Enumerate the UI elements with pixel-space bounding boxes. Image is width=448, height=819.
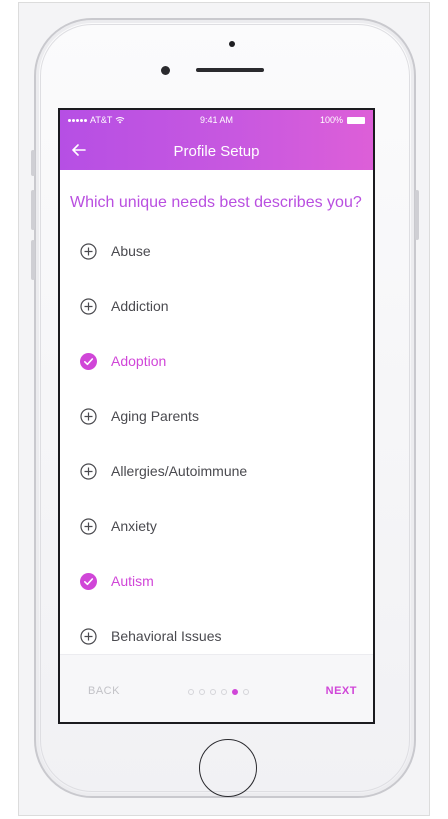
option-behavioral-issues[interactable]: Behavioral Issues	[80, 624, 222, 648]
volume-down-button	[31, 240, 35, 280]
footer-nav: BACK NEXT	[60, 654, 373, 722]
front-camera	[161, 66, 170, 75]
page-dot	[243, 689, 249, 695]
option-adoption[interactable]: Adoption	[80, 349, 166, 373]
option-label: Behavioral Issues	[111, 628, 222, 644]
plus-circle-icon	[80, 462, 97, 480]
page-dot	[210, 689, 216, 695]
option-label: Addiction	[111, 298, 169, 314]
volume-up-button	[31, 190, 35, 230]
option-label: Allergies/Autoimmune	[111, 463, 248, 479]
earpiece-speaker	[196, 68, 264, 72]
plus-circle-icon	[80, 407, 97, 425]
app-screen: AT&T 9:41 AM 100% Profile Setup Which un…	[58, 108, 375, 724]
status-right: 100%	[320, 115, 365, 125]
question-heading: Which unique needs best describes you?	[70, 194, 362, 211]
proximity-sensor	[229, 41, 235, 47]
plus-circle-icon	[80, 627, 97, 645]
option-label: Adoption	[111, 353, 167, 369]
plus-circle-icon	[80, 242, 97, 260]
option-label: Anxiety	[111, 518, 157, 534]
option-autism[interactable]: Autism	[80, 569, 154, 593]
page-title: Profile Setup	[173, 143, 260, 160]
option-addiction[interactable]: Addiction	[80, 294, 169, 318]
option-abuse[interactable]: Abuse	[80, 239, 151, 263]
plus-circle-icon	[80, 297, 97, 315]
home-button[interactable]	[199, 739, 257, 797]
option-label: Autism	[111, 573, 154, 589]
page-dot	[199, 689, 205, 695]
plus-circle-icon	[80, 517, 97, 535]
mute-switch	[31, 150, 35, 176]
battery-percent: 100%	[319, 115, 343, 125]
option-allergies-autoimmune[interactable]: Allergies/Autoimmune	[80, 459, 247, 483]
option-aging-parents[interactable]: Aging Parents	[80, 404, 199, 428]
status-bar: AT&T 9:41 AM 100%	[60, 110, 373, 128]
check-circle-icon	[80, 352, 97, 370]
power-button	[415, 190, 419, 240]
option-anxiety[interactable]: Anxiety	[80, 514, 157, 538]
battery-icon	[347, 116, 365, 124]
page-dot	[221, 689, 227, 695]
next-button[interactable]: NEXT	[326, 685, 357, 697]
page-dot-active	[232, 689, 238, 695]
option-label: Abuse	[111, 243, 151, 259]
option-label: Aging Parents	[111, 408, 199, 424]
app-header: AT&T 9:41 AM 100% Profile Setup	[60, 110, 373, 170]
check-circle-icon	[80, 572, 97, 590]
page-dot	[188, 689, 194, 695]
